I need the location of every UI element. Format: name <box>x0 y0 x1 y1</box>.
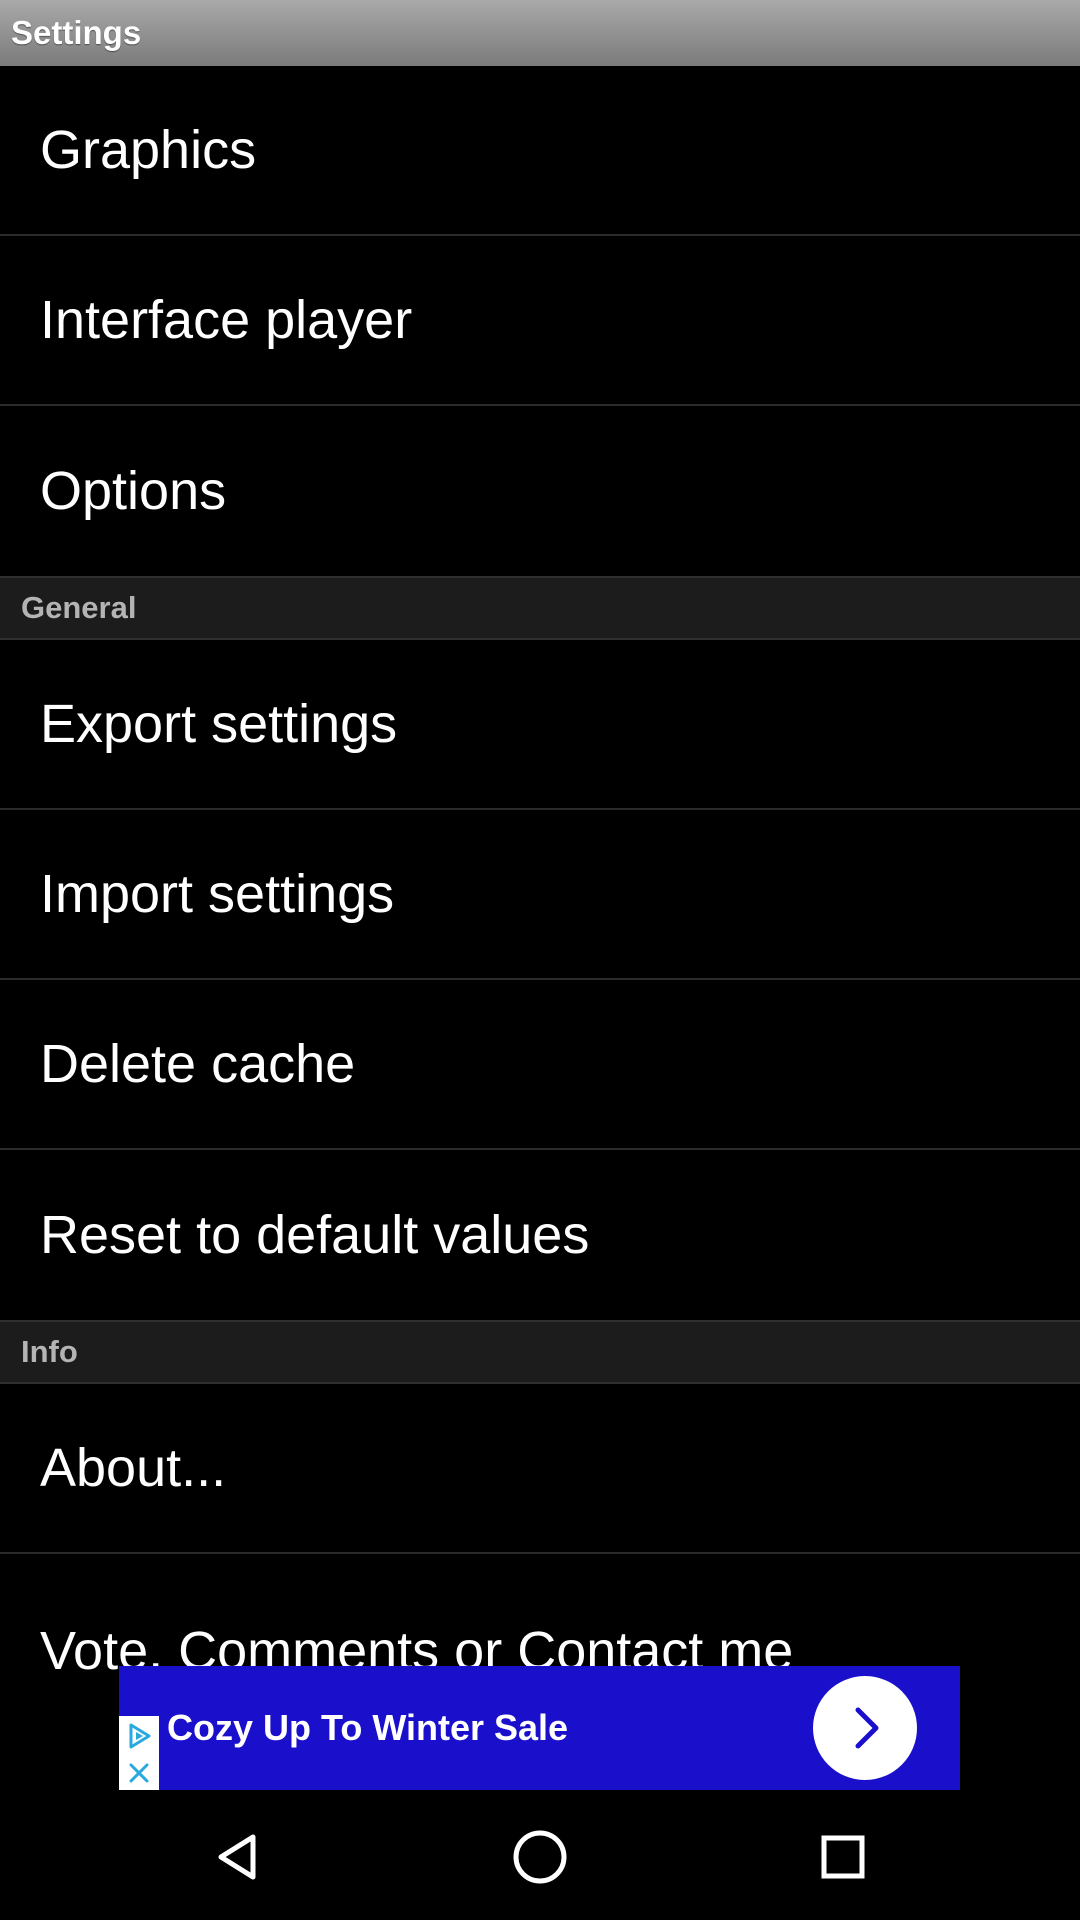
title-bar: Settings <box>0 0 1080 66</box>
settings-item-import-settings[interactable]: Import settings <box>0 810 1080 980</box>
settings-item-graphics[interactable]: Graphics <box>0 66 1080 236</box>
settings-screen: Settings Graphics Interface player Optio… <box>0 0 1080 1920</box>
system-nav-bar <box>0 1790 1080 1920</box>
page-title: Settings <box>11 14 142 51</box>
close-icon[interactable] <box>119 1756 159 1790</box>
settings-item-options[interactable]: Options <box>0 406 1080 576</box>
settings-list: Graphics Interface player Options Genera… <box>0 66 1080 1724</box>
settings-item-export-settings[interactable]: Export settings <box>0 640 1080 810</box>
chevron-right-icon[interactable] <box>813 1676 917 1780</box>
ad-banner[interactable]: Cozy Up To Winter Sale <box>119 1666 960 1790</box>
settings-item-about[interactable]: About... <box>0 1384 1080 1554</box>
recents-square-icon[interactable] <box>811 1825 875 1889</box>
settings-item-interface-player[interactable]: Interface player <box>0 236 1080 406</box>
settings-item-reset-defaults[interactable]: Reset to default values <box>0 1150 1080 1320</box>
back-triangle-icon[interactable] <box>205 1825 269 1889</box>
play-triangle-icon[interactable] <box>119 1716 159 1756</box>
settings-item-delete-cache[interactable]: Delete cache <box>0 980 1080 1150</box>
ad-text[interactable]: Cozy Up To Winter Sale <box>167 1666 568 1790</box>
section-header-info: Info <box>0 1320 1080 1384</box>
home-circle-icon[interactable] <box>508 1825 572 1889</box>
section-header-general: General <box>0 576 1080 640</box>
